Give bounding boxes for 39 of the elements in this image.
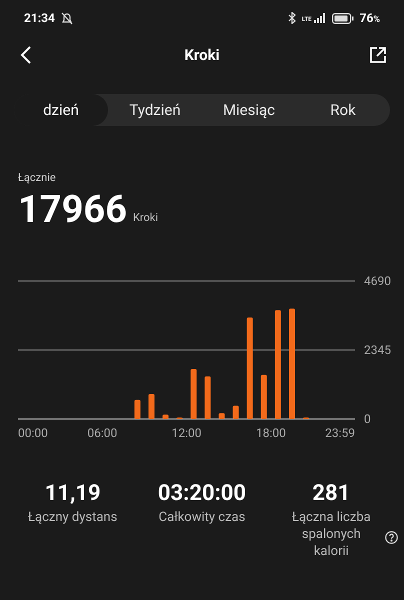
battery-level: 76% (360, 10, 380, 27)
x-tick-label: 23:59 (325, 426, 355, 440)
y-tick-label: 4690 (364, 274, 391, 288)
total-steps: 17966 (18, 190, 128, 228)
y-tick-label: 2345 (364, 342, 391, 356)
stat-label: Łączny dystans (27, 509, 118, 526)
bluetooth-icon (288, 12, 296, 24)
x-tick-label: 00:00 (18, 426, 48, 440)
bar (190, 368, 197, 418)
help-icon[interactable] (384, 530, 398, 544)
total-unit: Kroki (133, 210, 158, 226)
share-icon (368, 46, 387, 64)
x-tick-label: 12:00 (172, 426, 202, 440)
period-tab[interactable]: Tydzień (108, 94, 202, 126)
bar (204, 376, 211, 418)
battery-icon (332, 12, 354, 24)
bell-off-icon (60, 12, 73, 24)
period-tab[interactable]: Rok (296, 94, 390, 126)
period-tab[interactable]: Miesiąc (202, 94, 296, 126)
back-icon (20, 45, 32, 65)
stat-value: 281 (312, 480, 350, 507)
bar (232, 405, 239, 418)
period-tab[interactable]: dzień (14, 94, 108, 126)
total-label: Łącznie (18, 170, 57, 186)
bar (260, 374, 267, 418)
bar (162, 414, 169, 418)
stat-value: 03:20:00 (158, 480, 246, 507)
stat-label: Łączna liczba spalonych kalorii (290, 509, 372, 560)
y-tick-label: 0 (364, 412, 371, 426)
stat-label: Całkowity czas (158, 509, 246, 526)
signal-icon (314, 13, 326, 23)
bar (218, 412, 225, 418)
x-tick-label: 18:00 (256, 426, 286, 440)
page-title: Kroki (184, 44, 220, 66)
stat-value: 11,19 (44, 480, 101, 507)
bar (134, 399, 140, 418)
x-tick-label: 06:00 (87, 426, 118, 440)
clock: 21:34 (24, 10, 55, 27)
bar (148, 394, 154, 418)
